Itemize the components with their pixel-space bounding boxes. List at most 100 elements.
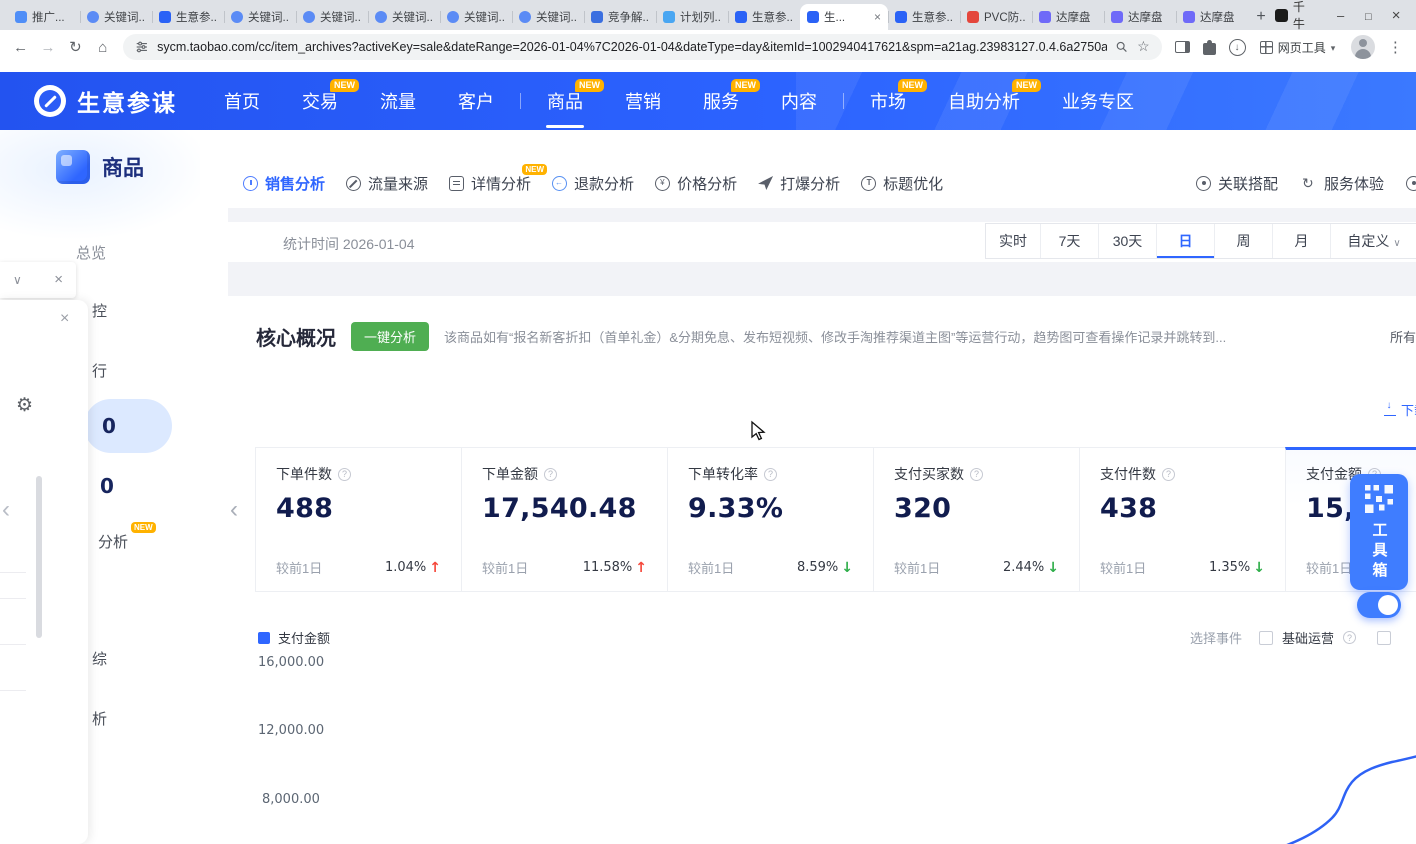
one-click-analyze-button[interactable]: 一键分析 [351, 322, 429, 351]
sycm-brand[interactable]: 生意参谋 [34, 84, 177, 118]
date-tab-day[interactable]: 日 [1156, 224, 1214, 258]
tab-detail-analysis[interactable]: 详情分析NEW [449, 173, 531, 194]
browser-tab[interactable]: 计划列... [656, 4, 728, 30]
back-icon[interactable] [8, 39, 33, 56]
cards-prev-arrow[interactable] [230, 496, 238, 524]
tab-traffic-source[interactable]: 流量来源 [346, 173, 428, 194]
browser-tab[interactable]: 达摩盘 [1032, 4, 1104, 30]
sidebar-item-fragment[interactable]: 行 [92, 360, 107, 381]
window-close-button[interactable] [1382, 7, 1410, 24]
nav-item-market[interactable]: 市场NEW [849, 72, 927, 130]
browser-tab[interactable]: 关键词... [512, 4, 584, 30]
sidebar-item-fragment[interactable]: 析 [92, 708, 107, 729]
toolbox-toggle[interactable] [1357, 592, 1401, 618]
sidebar-item-fragment[interactable]: 控 [92, 300, 107, 321]
browser-tab[interactable]: 关键词... [440, 4, 512, 30]
browser-tab[interactable]: 达摩盘 [1104, 4, 1176, 30]
browser-tab[interactable]: 生意参... [888, 4, 960, 30]
browser-tab[interactable]: 达摩盘 [1176, 4, 1248, 30]
browser-menu-icon[interactable] [1383, 38, 1408, 56]
forward-icon[interactable] [35, 39, 60, 56]
sidebar-item-selected[interactable]: 0 [84, 399, 172, 453]
nav-item-traffic[interactable]: 流量 [359, 72, 437, 130]
extensions-icon[interactable] [1197, 40, 1222, 55]
gear-icon[interactable] [16, 394, 33, 417]
info-icon[interactable] [338, 468, 351, 481]
link-partial-icon[interactable] [1406, 160, 1416, 206]
date-tab-week[interactable]: 周 [1214, 224, 1272, 258]
home-icon[interactable] [90, 39, 115, 56]
event-checkbox[interactable] [1259, 631, 1273, 645]
collapse-chevron-icon[interactable] [13, 271, 22, 289]
sidebar-item-fragment[interactable]: 综 [92, 648, 107, 669]
overview-right-fragment[interactable]: 所有 [1390, 327, 1416, 346]
toolbox-widget[interactable]: 工具箱 [1350, 474, 1408, 590]
url-bar[interactable]: sycm.taobao.com/cc/item_archives?activeK… [123, 34, 1161, 60]
sidebar-item-analysis[interactable]: 分析NEW [98, 531, 128, 552]
tab-refund-analysis[interactable]: 退款分析 [552, 173, 634, 194]
tab-title-optimize[interactable]: 标题优化 [861, 173, 943, 194]
link-related-match[interactable]: 关联搭配 [1196, 160, 1278, 206]
info-icon[interactable] [1162, 468, 1175, 481]
date-tab-7d[interactable]: 7天 [1040, 224, 1098, 258]
download-link[interactable]: 下载 [1384, 400, 1416, 419]
metric-card-order-amount[interactable]: 下单金额 17,540.48 较前1日11.58% [461, 447, 668, 592]
nav-item-customer[interactable]: 客户 [437, 72, 515, 130]
side-panel-icon[interactable] [1170, 41, 1195, 53]
nav-item-content[interactable]: 内容 [760, 72, 838, 130]
metric-card-order-conversion[interactable]: 下单转化率 9.33% 较前1日8.59% [667, 447, 874, 592]
nav-item-business-zone[interactable]: 业务专区 [1041, 72, 1155, 130]
download-icon[interactable] [1224, 39, 1249, 56]
date-tab-month[interactable]: 月 [1272, 224, 1330, 258]
nav-item-marketing[interactable]: 营销 [604, 72, 682, 130]
info-icon[interactable] [1343, 631, 1356, 644]
date-tab-realtime[interactable]: 实时 [986, 224, 1040, 258]
window-minimize-button[interactable] [1327, 8, 1355, 23]
tab-favicon [1111, 11, 1123, 23]
date-tab-custom[interactable]: 自定义 [1330, 224, 1416, 258]
tab-sales-analysis[interactable]: 销售分析 [243, 173, 325, 194]
nav-item-product[interactable]: 商品NEW [526, 72, 604, 130]
metric-card-pay-buyers[interactable]: 支付买家数 320 较前1日2.44% [873, 447, 1080, 592]
info-icon[interactable] [970, 468, 983, 481]
browser-tab[interactable]: 生意参... [728, 4, 800, 30]
tabs-row: 推广... 关键词... 生意参... 关键词... 关键词... 关键词...… [0, 4, 1265, 30]
browser-tab[interactable]: 关键词... [296, 4, 368, 30]
browser-tab[interactable]: 竞争解... [584, 4, 656, 30]
browser-tab[interactable]: 关键词... [80, 4, 152, 30]
qianniu-app-button[interactable]: 千牛 [1265, 0, 1327, 32]
nav-item-self-analysis[interactable]: 自助分析NEW [927, 72, 1041, 130]
close-icon[interactable] [54, 271, 63, 289]
browser-tab[interactable]: 生意参... [152, 4, 224, 30]
tab-hit-analysis[interactable]: 打爆分析 [758, 173, 840, 194]
info-icon[interactable] [764, 468, 777, 481]
site-info-icon[interactable] [135, 40, 149, 54]
link-service-experience[interactable]: 服务体验 [1302, 160, 1384, 206]
close-icon[interactable] [60, 310, 69, 328]
browser-tab[interactable]: PVC防... [960, 4, 1032, 30]
browser-tab[interactable]: 关键词... [368, 4, 440, 30]
web-tools-button[interactable]: 网页工具 [1252, 39, 1344, 56]
metric-card-pay-items[interactable]: 支付件数 438 较前1日1.35% [1079, 447, 1286, 592]
sidebar-item-fragment[interactable]: 0 [100, 474, 114, 498]
zoom-icon[interactable] [1115, 40, 1129, 54]
nav-item-trade[interactable]: 交易NEW [281, 72, 359, 130]
date-tab-30d[interactable]: 30天 [1098, 224, 1156, 258]
nav-item-home[interactable]: 首页 [203, 72, 281, 130]
browser-tab[interactable]: 关键词... [224, 4, 296, 30]
refresh-icon[interactable] [63, 38, 88, 56]
browser-tab[interactable]: 推广... [8, 4, 80, 30]
panel-scrollbar[interactable] [36, 476, 42, 638]
tab-close-icon[interactable]: × [874, 10, 881, 24]
nav-item-service[interactable]: 服务NEW [682, 72, 760, 130]
profile-avatar[interactable] [1351, 35, 1374, 59]
info-icon[interactable] [544, 468, 557, 481]
chevron-left-icon[interactable] [2, 496, 10, 524]
sidebar-item-overview[interactable]: 总览 [76, 242, 106, 263]
event-checkbox[interactable] [1377, 631, 1391, 645]
metric-card-order-items[interactable]: 下单件数 488 较前1日1.04% [255, 447, 462, 592]
bookmark-star-icon[interactable] [1137, 38, 1150, 56]
browser-tab-active[interactable]: 生...× [800, 4, 888, 30]
tab-price-analysis[interactable]: 价格分析 [655, 173, 737, 194]
window-maximize-button[interactable] [1354, 8, 1382, 23]
